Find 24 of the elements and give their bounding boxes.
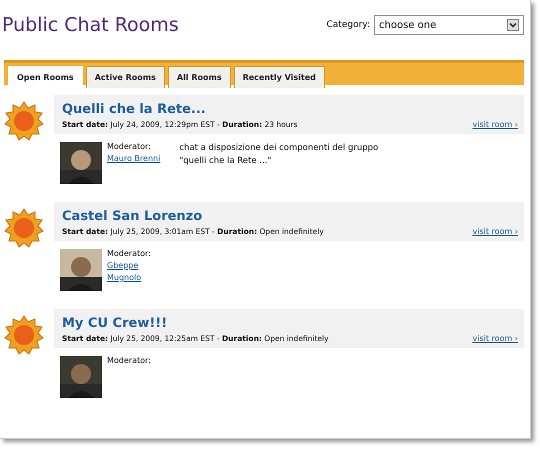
- category-dropdown[interactable]: choose one: [374, 15, 524, 35]
- visit-room-link[interactable]: visit room ›: [472, 120, 518, 129]
- room-title-link[interactable]: Quelli che la Rete...: [62, 102, 298, 117]
- moderator-label: Moderator:: [107, 249, 151, 258]
- moderator-label: Moderator:: [107, 142, 152, 151]
- starburst-badge-icon: [4, 101, 44, 141]
- room-description: chat a disposizione dei componenti del gruppo "quelli che la Rete ...": [179, 142, 380, 168]
- room-title-link[interactable]: Castel San Lorenzo: [62, 209, 324, 224]
- caret-icon: [507, 19, 519, 31]
- tab[interactable]: Recently Visited: [234, 66, 325, 88]
- tab[interactable]: Open Rooms: [8, 66, 83, 88]
- tab[interactable]: All Rooms: [168, 66, 231, 88]
- category-label: Category:: [326, 20, 370, 30]
- moderator-link[interactable]: Gbeppe: [107, 261, 151, 270]
- page-title: Public Chat Rooms: [2, 14, 179, 36]
- tab[interactable]: Active Rooms: [86, 66, 165, 88]
- starburst-badge-icon: [4, 208, 44, 248]
- moderator-link[interactable]: Mugnolo: [107, 273, 151, 282]
- starburst-badge-icon: [4, 315, 44, 355]
- visit-room-link[interactable]: visit room ›: [472, 227, 518, 236]
- moderator-link[interactable]: Mauro Brenni: [107, 154, 160, 163]
- visit-room-link[interactable]: visit room ›: [472, 334, 518, 343]
- moderator-label: Moderator:: [107, 356, 151, 365]
- room-title-link[interactable]: My CU Crew!!!: [62, 316, 329, 331]
